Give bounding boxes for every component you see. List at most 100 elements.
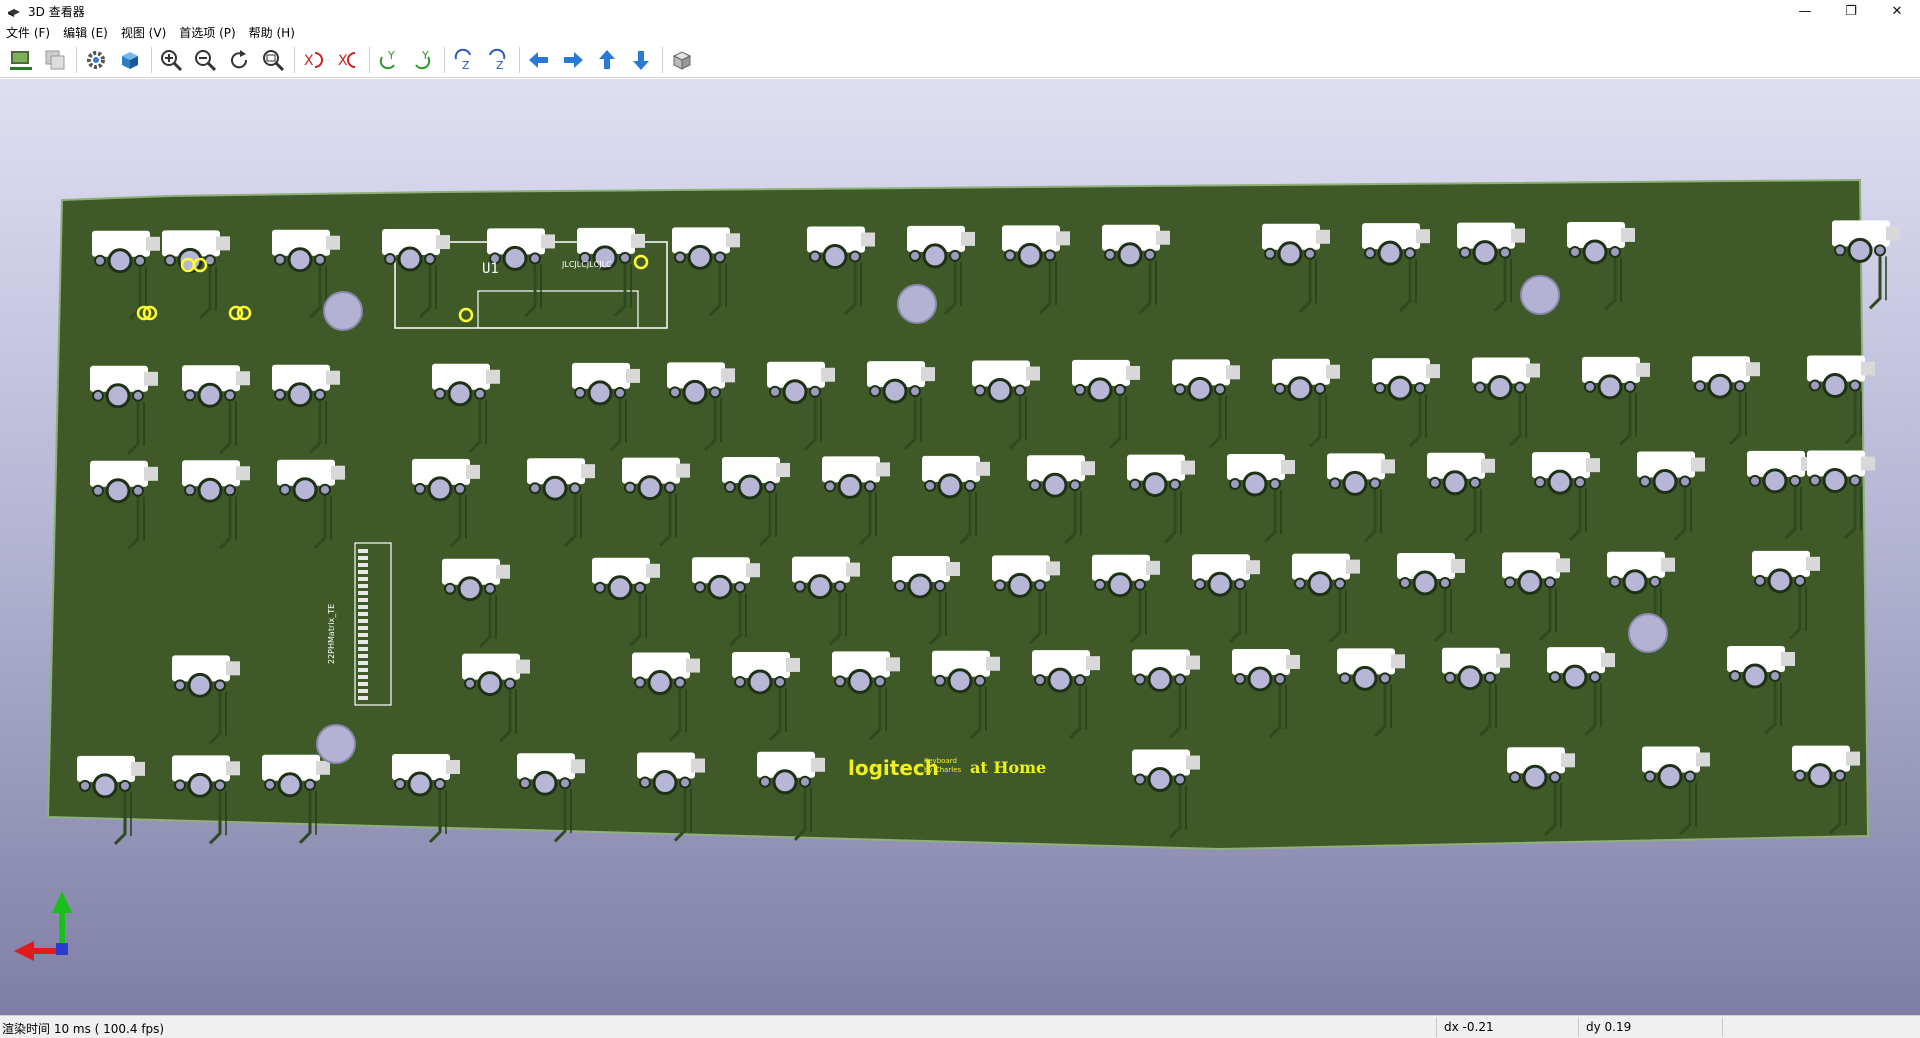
copy-image-icon: [45, 50, 65, 69]
switch-pin-hole: [529, 252, 541, 265]
switch-pin-hole: [1334, 577, 1346, 590]
switch-pin-hole: [1509, 771, 1521, 784]
switch-pad-tab: [1316, 229, 1330, 244]
rotate-y-cw-button[interactable]: Y: [374, 45, 404, 75]
switch-pin-hole: [1429, 476, 1441, 489]
switch-pin-hole: [1274, 672, 1286, 685]
switch-pin-hole: [1809, 379, 1821, 392]
menu-view[interactable]: 视图 (V): [121, 24, 166, 41]
menu-help[interactable]: 帮助 (H): [249, 24, 295, 41]
switch-pin-hole: [304, 778, 316, 791]
switch-pin-hole: [1549, 771, 1561, 784]
export-image-button[interactable]: [6, 45, 36, 75]
close-button[interactable]: ✕: [1874, 0, 1920, 22]
switch-pad-tab: [144, 371, 158, 386]
switch-pin-hole: [594, 581, 606, 594]
switch-center-hole: [1442, 470, 1468, 496]
switch-pad-tab: [571, 759, 585, 774]
switch-pin-hole: [1134, 773, 1146, 786]
settings-button[interactable]: [81, 45, 111, 75]
redraw-icon: [231, 49, 248, 68]
switch-pad-tab: [1781, 651, 1795, 666]
switch-pin-hole: [1684, 770, 1696, 783]
switch-pad-tab: [1601, 653, 1615, 668]
switch-pad-tab: [1691, 457, 1705, 472]
ortho-cube-button[interactable]: [667, 45, 697, 75]
restore-button[interactable]: ❐: [1828, 0, 1874, 22]
switch-center-hole: [1472, 240, 1498, 266]
menu-preferences[interactable]: 首选项 (P): [179, 24, 235, 41]
switch-center-hole: [682, 379, 708, 405]
switch-pin-hole: [1589, 671, 1601, 684]
switch-pin-hole: [92, 484, 104, 497]
pan-left-button[interactable]: [524, 45, 554, 75]
switch-center-hole: [1822, 468, 1848, 494]
switch-center-hole: [197, 382, 223, 408]
switch-pin-hole: [434, 778, 446, 790]
switch-pin-hole: [484, 582, 496, 595]
rotate-z-cw-button[interactable]: Z: [449, 45, 479, 75]
minimize-button[interactable]: —: [1782, 0, 1828, 22]
switch-pin-hole: [1134, 673, 1146, 686]
switch-pad-tab: [236, 371, 250, 386]
rotate-x-ccw-button[interactable]: X: [333, 45, 363, 75]
switch-pin-hole: [1104, 248, 1116, 261]
render-time-status: 渲染时间 10 ms ( 100.4 fps): [2, 1022, 165, 1036]
switch-center-hole: [1582, 239, 1608, 265]
svg-text:Z: Z: [462, 59, 470, 72]
rotate-y-ccw-button[interactable]: Y: [408, 45, 438, 75]
redraw-button[interactable]: [224, 45, 254, 75]
pcb-render[interactable]: U1 JLCJLCJLCJLC 22PHMatrix_TE logitech K…: [0, 79, 1920, 1015]
switch-pad-tab: [1526, 363, 1540, 378]
switch-center-hole: [1287, 376, 1313, 402]
connector-pin: [358, 563, 368, 567]
switch-pin-hole: [1174, 383, 1186, 396]
raytrace-cube-button[interactable]: [115, 45, 145, 75]
switch-center-hole: [607, 575, 633, 601]
switch-pin-hole: [1194, 578, 1206, 591]
rotate-x-cw-button[interactable]: X: [299, 45, 329, 75]
switch-center-hole: [92, 773, 118, 799]
switch-center-hole: [1767, 568, 1793, 594]
switch-center-hole: [1307, 571, 1333, 597]
switch-center-hole: [1562, 664, 1588, 690]
switch-center-hole: [737, 474, 763, 500]
switch-pin-hole: [1444, 671, 1456, 684]
switch-pin-hole: [92, 389, 104, 402]
app-3d-viewer-icon: [8, 9, 20, 17]
switch-center-hole: [105, 478, 131, 504]
switch-pin-hole: [869, 385, 881, 398]
switch-pad-tab: [1451, 558, 1465, 573]
switch-center-hole: [542, 475, 568, 501]
switch-center-hole: [1487, 375, 1513, 401]
pan-down-button[interactable]: [626, 45, 656, 75]
zoom-out-button[interactable]: [190, 45, 220, 75]
switch-pin-hole: [874, 675, 886, 688]
pan-right-button[interactable]: [558, 45, 588, 75]
pan-up-button[interactable]: [592, 45, 622, 75]
switch-pad-tab: [626, 368, 640, 383]
switch-center-hole: [1822, 373, 1848, 399]
menu-file[interactable]: 文件 (F): [6, 24, 50, 41]
switch-pin-hole: [279, 483, 291, 496]
switch-pad-tab: [691, 758, 705, 773]
switch-center-hole: [822, 244, 848, 270]
switch-pin-hole: [1364, 247, 1376, 260]
switch-center-hole: [587, 380, 613, 406]
axis-gizmo: [14, 891, 72, 961]
switch-pad-tab: [986, 656, 1000, 671]
menu-edit[interactable]: 编辑 (E): [63, 24, 108, 41]
svg-text:X: X: [304, 53, 314, 69]
switch-pin-hole: [132, 389, 144, 402]
switch-pad-tab: [1181, 460, 1195, 475]
connector-pin: [358, 549, 368, 553]
switch-pin-hole: [694, 581, 706, 594]
zoom-fit-button[interactable]: [258, 45, 288, 75]
rotate-z-ccw-button[interactable]: Z: [483, 45, 513, 75]
connector-pin: [358, 647, 368, 651]
3d-viewport[interactable]: U1 JLCJLCJLCJLC 22PHMatrix_TE logitech K…: [0, 79, 1920, 1015]
switch-pin-hole: [174, 779, 186, 792]
connector-pin: [358, 577, 368, 581]
copy-image-button[interactable]: [40, 45, 70, 75]
zoom-in-button[interactable]: [156, 45, 186, 75]
